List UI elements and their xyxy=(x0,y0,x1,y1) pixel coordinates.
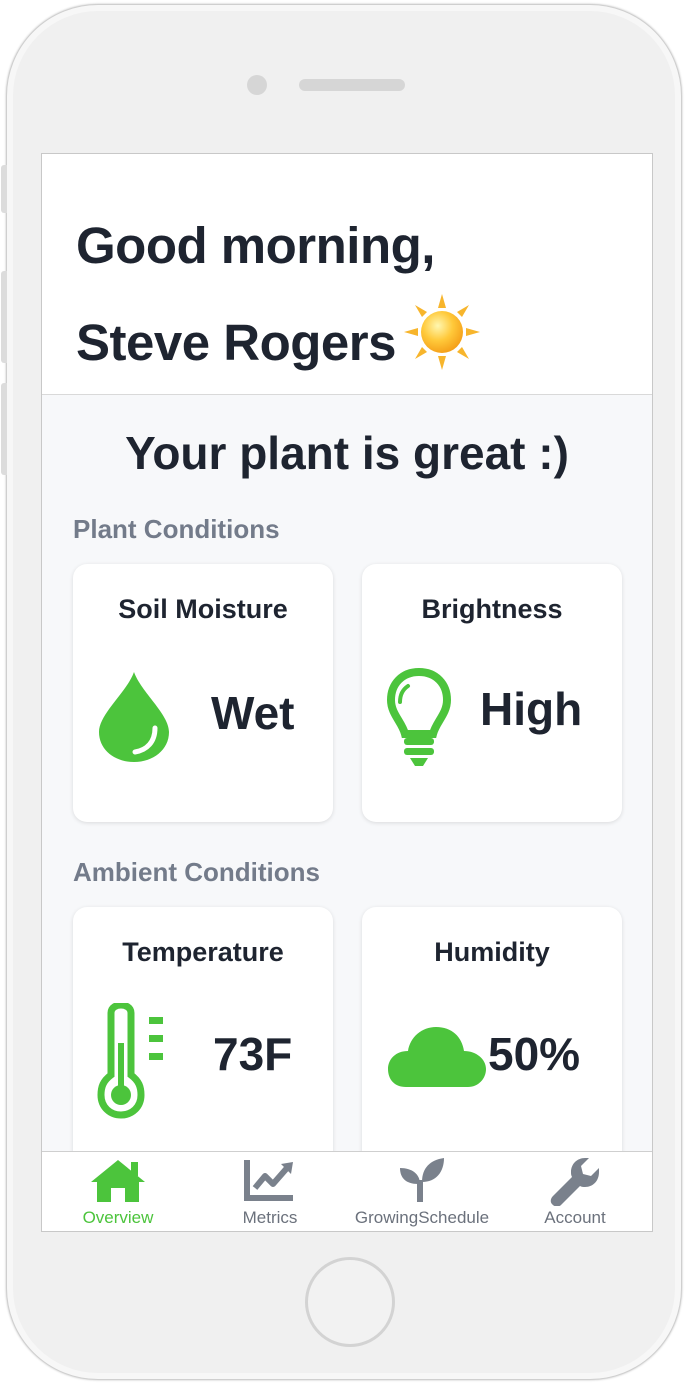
tab-overview[interactable]: Overview xyxy=(42,1152,194,1231)
tab-label: Metrics xyxy=(242,1208,298,1227)
card-value: Wet xyxy=(211,687,295,739)
greeting-line-2: Steve Rogers xyxy=(76,292,482,401)
sun-icon xyxy=(402,292,482,401)
tab-label: Overview xyxy=(82,1208,154,1227)
thermometer-icon xyxy=(97,1001,167,1124)
cloud-icon xyxy=(386,1021,488,1096)
card-value: 50% xyxy=(488,1028,581,1080)
volume-down-button xyxy=(1,383,7,475)
chart-icon xyxy=(243,1156,297,1207)
card-value: High xyxy=(480,683,583,735)
tab-growing-schedule[interactable]: GrowingSchedule xyxy=(346,1152,498,1231)
home-icon xyxy=(89,1156,147,1209)
section-plant-conditions: Plant Conditions xyxy=(73,514,280,544)
volume-up-button xyxy=(1,271,7,363)
front-camera xyxy=(247,75,267,95)
greeting-header: Good morning, Steve Rogers xyxy=(42,154,652,395)
user-name: Steve Rogers xyxy=(76,313,396,371)
tab-account[interactable]: Account xyxy=(498,1152,652,1231)
card-title: Brightness xyxy=(421,594,563,624)
greeting-line-1: Good morning, xyxy=(76,217,435,274)
card-title: Humidity xyxy=(434,937,550,967)
sprout-icon xyxy=(396,1156,448,1209)
card-title: Soil Moisture xyxy=(118,594,288,624)
card-title: Temperature xyxy=(122,937,284,967)
card-soil-moisture[interactable]: Soil Moisture Wet xyxy=(73,564,333,822)
tab-metrics[interactable]: Metrics xyxy=(194,1152,346,1231)
mute-switch xyxy=(1,165,7,213)
wrench-icon xyxy=(549,1156,601,1211)
greeting-text: Good morning, Steve Rogers xyxy=(76,200,482,401)
tab-bar: Overview Metrics GrowingSchedule Account xyxy=(42,1151,652,1231)
home-button[interactable] xyxy=(305,1257,395,1347)
card-value: 73F xyxy=(213,1028,293,1080)
section-ambient-conditions: Ambient Conditions xyxy=(73,857,320,887)
tab-label: GrowingSchedule xyxy=(354,1208,490,1227)
plant-status: Your plant is great :) xyxy=(125,427,569,479)
water-drop-icon xyxy=(97,670,171,769)
card-temperature[interactable]: Temperature 73F xyxy=(73,907,333,1165)
tab-label: Account xyxy=(544,1208,606,1227)
card-humidity[interactable]: Humidity 50% xyxy=(362,907,622,1165)
speaker-grille xyxy=(299,79,405,91)
app-screen: Good morning, Steve Rogers Your plant is… xyxy=(41,153,653,1232)
card-brightness[interactable]: Brightness High xyxy=(362,564,622,822)
light-bulb-icon xyxy=(386,667,452,773)
